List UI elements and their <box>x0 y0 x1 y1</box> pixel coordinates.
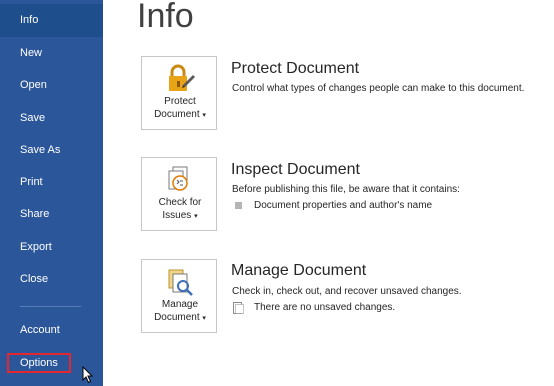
manage-document-button[interactable]: Manage Document ▾ <box>141 259 217 333</box>
mouse-pointer-icon <box>82 366 94 384</box>
nav-item-save[interactable]: Save <box>0 102 103 135</box>
nav-item-label: Print <box>20 176 43 188</box>
nav-item-save-as[interactable]: Save As <box>0 134 103 167</box>
protect-tile-label-1: Protect <box>164 96 196 107</box>
lock-icon <box>169 64 195 91</box>
backstage-sidebar: Info New Open Save Save As Print Share E… <box>0 0 103 386</box>
protect-document-button[interactable]: Protect Document ▾ <box>141 56 217 130</box>
nav-item-label: New <box>20 47 43 59</box>
manage-document-desc: Check in, check out, and recover unsaved… <box>232 286 462 297</box>
nav-item-label: Export <box>20 241 52 253</box>
sidebar-divider <box>20 306 81 307</box>
bullet-square-icon <box>235 202 242 209</box>
manage-document-bullet: There are no unsaved changes. <box>254 302 396 313</box>
nav-item-info[interactable]: Info <box>0 4 103 37</box>
nav-item-account[interactable]: Account <box>0 314 103 347</box>
nav-item-label: Info <box>20 14 39 26</box>
protect-document-desc: Control what types of changes people can… <box>232 83 525 94</box>
nav-item-label: Close <box>20 273 49 285</box>
inspect-document-desc: Before publishing this file, be aware th… <box>232 184 460 195</box>
inspect-tile-label-1: Check for <box>158 197 202 208</box>
dropdown-caret-icon: ▾ <box>194 213 198 220</box>
nav-item-label: Open <box>20 79 47 91</box>
page-title: Info <box>137 0 194 35</box>
nav-item-open[interactable]: Open <box>0 69 103 102</box>
document-mini-icon <box>233 302 244 314</box>
manage-tile-label-2: Document ▾ <box>154 312 206 323</box>
nav-item-label: Save As <box>20 144 61 156</box>
inspect-document-icon <box>168 166 188 191</box>
protect-document-title: Protect Document <box>231 60 360 77</box>
inspect-tile-label-2: Issues ▾ <box>162 210 198 221</box>
manage-tile-label-1: Manage <box>161 299 199 310</box>
nav-item-close[interactable]: Close <box>0 263 103 296</box>
manage-document-title: Manage Document <box>231 262 367 279</box>
nav-item-print[interactable]: Print <box>0 166 103 199</box>
inspect-document-bullet: Document properties and author's name <box>254 200 433 211</box>
manage-document-icon <box>168 269 193 296</box>
inspect-document-title: Inspect Document <box>231 161 360 178</box>
dropdown-caret-icon: ▾ <box>202 315 206 322</box>
protect-tile-label-2: Document ▾ <box>154 109 206 120</box>
nav-item-label: Save <box>20 112 46 124</box>
check-for-issues-button[interactable]: Check for Issues ▾ <box>141 157 217 231</box>
nav-item-label: Account <box>20 324 60 336</box>
nav-item-share[interactable]: Share <box>0 198 103 231</box>
options-highlight-box <box>7 353 71 373</box>
dropdown-caret-icon: ▾ <box>202 112 206 119</box>
nav-item-export[interactable]: Export <box>0 231 103 264</box>
nav-item-label: Share <box>20 208 50 220</box>
nav-item-new[interactable]: New <box>0 37 103 70</box>
